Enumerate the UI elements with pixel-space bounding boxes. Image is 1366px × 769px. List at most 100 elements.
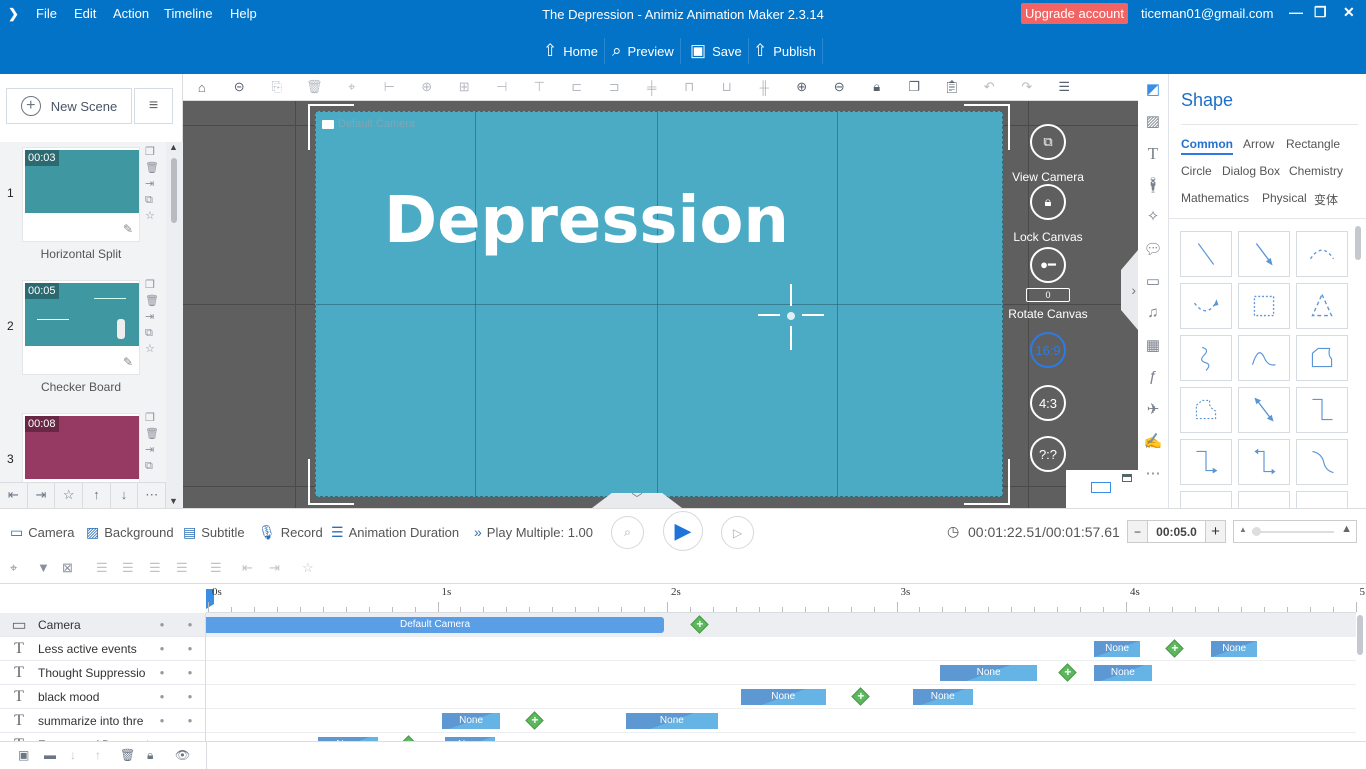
arc-arrow-shape[interactable] xyxy=(1180,283,1232,329)
s-curve-shape[interactable] xyxy=(1296,439,1348,485)
lock-element-icon[interactable]: ⌖ xyxy=(333,79,371,95)
edit-icon[interactable]: ✎ xyxy=(123,355,133,369)
category-mathematics[interactable]: Mathematics xyxy=(1181,191,1249,205)
export-icon[interactable]: ⇥ xyxy=(145,444,159,457)
ratio-4-3-button[interactable]: 4:3 xyxy=(1030,385,1066,421)
play-multiple-button[interactable]: » Play Multiple: 1.00 xyxy=(474,524,593,540)
camera-button[interactable]: ▭ Camera xyxy=(10,524,74,541)
scene-canvas[interactable]: Default Camera Depression xyxy=(315,111,1003,497)
copy-icon[interactable]: ❐ xyxy=(896,79,934,95)
lock-dot[interactable]: ● xyxy=(176,716,204,725)
home-icon[interactable]: ⌂ xyxy=(183,80,221,95)
paste-icon[interactable]: 📋︎ xyxy=(933,79,971,95)
import-icon[interactable]: ⇤ xyxy=(0,483,28,508)
distribute-icon[interactable]: ⊞ xyxy=(446,79,484,95)
decrement-button[interactable]: − xyxy=(1128,521,1148,542)
play-from-button[interactable]: ▷ xyxy=(721,516,754,549)
camera-clip[interactable]: Default Camera xyxy=(206,617,664,633)
step-line-shape[interactable] xyxy=(1296,387,1348,433)
replace-icon[interactable]: ⎘ xyxy=(258,79,296,95)
distribute-horizontal-icon[interactable]: ╫ xyxy=(746,80,784,95)
align-duration-icon[interactable]: ☰ xyxy=(176,560,188,576)
shape-scrollbar[interactable] xyxy=(1355,226,1361,260)
export-icon[interactable]: ⇥ xyxy=(28,483,56,508)
crosshair-icon[interactable] xyxy=(758,284,824,350)
copy-icon[interactable]: ❐ xyxy=(145,412,159,425)
animation-clip[interactable]: None xyxy=(740,689,826,705)
scene-card[interactable]: 00:08 xyxy=(22,413,140,482)
ratio-custom-button[interactable]: ?:? xyxy=(1030,436,1066,472)
align-start-icon[interactable]: ☰ xyxy=(96,560,108,576)
transition-icon[interactable]: ⧉ xyxy=(145,327,159,340)
move-up-icon[interactable]: ↑ xyxy=(83,483,111,508)
line-shape[interactable] xyxy=(1180,231,1232,277)
dotted-polygon-shape[interactable] xyxy=(1180,387,1232,433)
visibility-dot[interactable]: ● xyxy=(148,716,176,725)
move-down-icon[interactable]: ↓ xyxy=(111,483,139,508)
publish-button[interactable]: ⇧ Publish xyxy=(753,38,823,64)
close-icon[interactable]: ✕ xyxy=(1343,4,1355,21)
category-chemistry[interactable]: Chemistry xyxy=(1289,164,1343,178)
align-middle-icon[interactable]: ╪ xyxy=(633,80,671,95)
visibility-dot[interactable]: ● xyxy=(148,668,176,677)
category-dialog-box[interactable]: Dialog Box xyxy=(1222,164,1280,178)
history-icon[interactable]: ☰ xyxy=(1046,79,1084,95)
align-top-edge-icon[interactable]: ⊓ xyxy=(671,79,709,95)
dashed-arc-shape[interactable] xyxy=(1296,231,1348,277)
animation-clip[interactable]: None xyxy=(1094,641,1141,657)
scene-item[interactable]: 1 00:03 ✎ Horizontal Split ❐ 🗑︎ ⇥ ⧉ ☆ xyxy=(0,142,166,272)
copy-icon[interactable]: ❐ xyxy=(145,146,159,159)
restore-icon[interactable]: ❐ xyxy=(1314,4,1327,21)
squiggle-shape[interactable] xyxy=(1180,335,1232,381)
lock-icon[interactable]: 🔒︎ xyxy=(147,748,153,763)
category-circle[interactable]: Circle xyxy=(1181,164,1212,178)
move-up-icon[interactable]: ↑ xyxy=(95,748,101,762)
shift-left-icon[interactable]: ⇤ xyxy=(242,560,253,576)
category-common[interactable]: Common xyxy=(1181,137,1233,155)
filter-icon[interactable]: ▼ xyxy=(37,560,50,575)
scene-item[interactable]: 3 00:08 ❐ 🗑︎ ⇥ ⧉ xyxy=(0,408,166,482)
subtitle-button[interactable]: ▤ Subtitle xyxy=(183,524,245,541)
zoom-in-icon[interactable]: ⊕ xyxy=(783,79,821,95)
edit-icon[interactable]: ✎ xyxy=(123,222,133,236)
zoom-out-icon[interactable]: ⊖ xyxy=(821,79,859,95)
play-button[interactable]: ▶ xyxy=(663,511,703,551)
star-icon[interactable]: ☆ xyxy=(55,483,84,508)
category-physical[interactable]: Physical xyxy=(1262,191,1307,205)
visibility-dot[interactable]: ● xyxy=(148,692,176,701)
favorite-icon[interactable]: ☆ xyxy=(302,560,314,576)
align-left-edge-icon[interactable]: ⊏ xyxy=(558,79,596,95)
scene-item[interactable]: 2 00:05 ✎ Checker Board ❐ 🗑︎ ⇥ ⧉ ☆ xyxy=(0,275,166,405)
upgrade-account-button[interactable]: Upgrade account xyxy=(1021,3,1129,24)
text-icon[interactable]: T xyxy=(1138,144,1168,164)
move-down-icon[interactable]: ↓ xyxy=(70,748,76,762)
add-layer-icon[interactable]: ▣ xyxy=(18,748,29,762)
person-draw-icon[interactable]: ✍ xyxy=(1138,432,1168,450)
increment-button[interactable]: + xyxy=(1205,521,1225,542)
align-center-icon[interactable]: ⊕ xyxy=(408,79,446,95)
lock-dot[interactable]: ● xyxy=(176,668,204,677)
scrollbar-thumb[interactable] xyxy=(1357,615,1363,655)
speech-bubble-icon[interactable]: 💬︎ xyxy=(1138,240,1168,258)
export-icon[interactable]: ⇥ xyxy=(145,178,159,191)
clear-filter-icon[interactable]: ⊠ xyxy=(62,560,73,576)
delete-icon[interactable]: 🗑︎ xyxy=(145,295,159,308)
lock-dot[interactable]: ● xyxy=(176,644,204,653)
track-row[interactable]: T Less active events ● ● xyxy=(0,637,205,661)
category-variant[interactable]: 变体 xyxy=(1314,191,1338,208)
visibility-dot[interactable]: ● xyxy=(148,644,176,653)
visibility-dot[interactable]: ● xyxy=(148,620,176,629)
lock-dot[interactable]: ● xyxy=(176,692,204,701)
rotate-canvas-dial[interactable]: ●━ xyxy=(1030,247,1066,283)
lock-icon[interactable]: 🔒︎ xyxy=(858,79,896,95)
background-button[interactable]: ▨ Background xyxy=(86,524,174,541)
scroll-down-icon[interactable]: ▼ xyxy=(169,496,178,506)
double-step-arrow-shape[interactable] xyxy=(1238,439,1290,485)
timeline-ruler[interactable]: 0s 1s 2s 3s 4s 5 xyxy=(206,584,1365,613)
ratio-16-9-button[interactable]: 16:9 xyxy=(1030,332,1066,368)
align-bottom-edge-icon[interactable]: ⊔ xyxy=(708,79,746,95)
title-text-element[interactable]: Depression xyxy=(384,184,789,258)
scene-card[interactable]: 00:03 ✎ xyxy=(22,147,140,242)
animation-clip[interactable]: None xyxy=(940,665,1037,681)
polygon-shape[interactable] xyxy=(1296,335,1348,381)
